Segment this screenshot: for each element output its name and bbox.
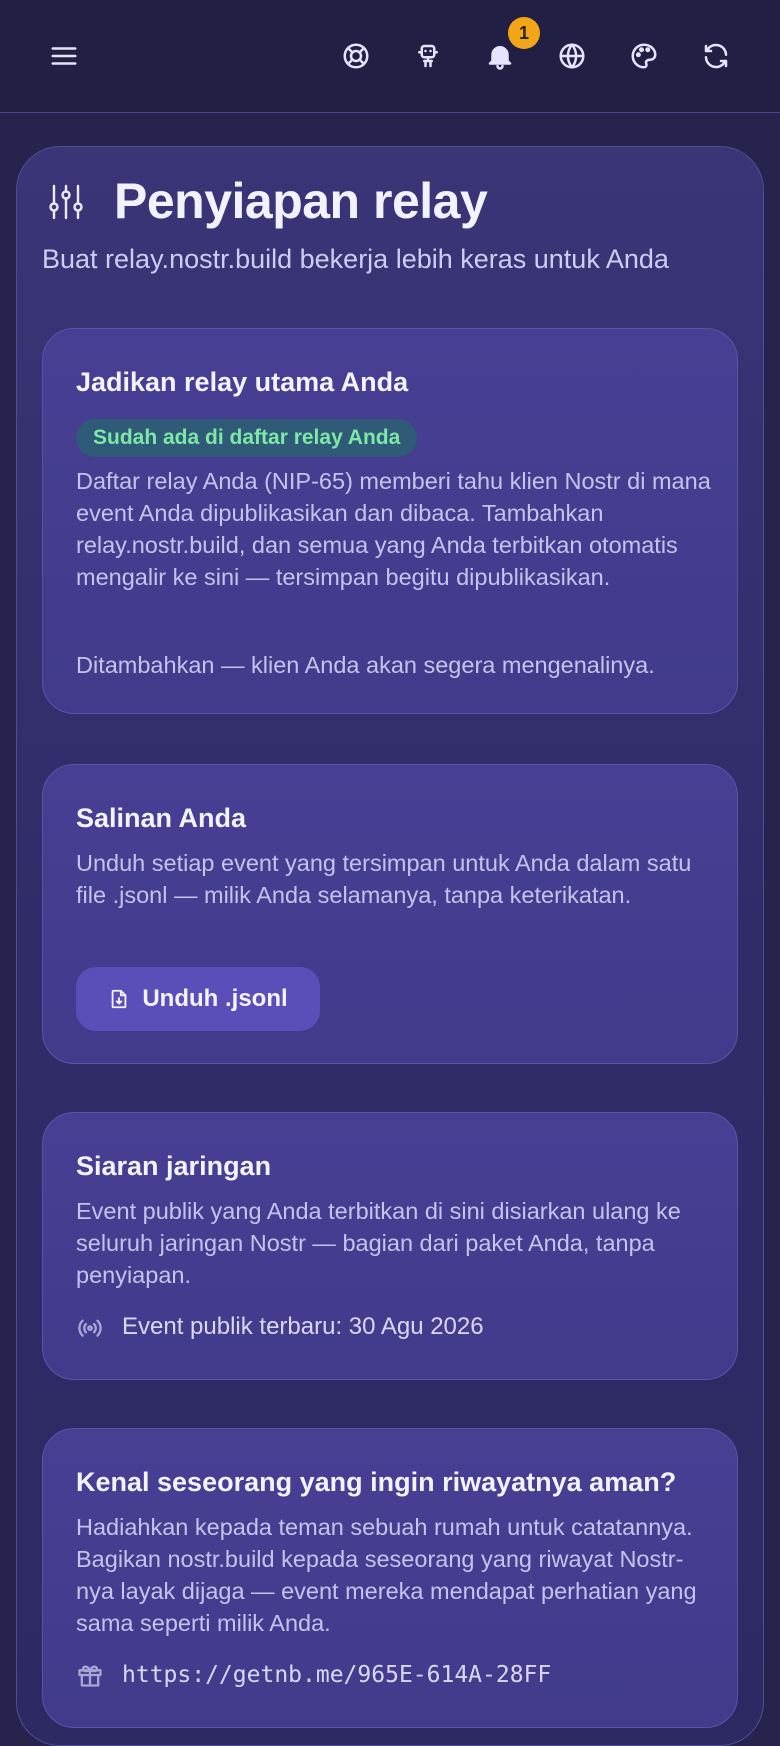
page-title: Penyiapan relay — [114, 173, 488, 229]
lifebuoy-icon[interactable] — [338, 38, 374, 74]
latest-event-text: Event publik terbaru: 30 Agu 2026 — [122, 1313, 484, 1340]
gift-link-row[interactable]: https://getnb.me/965E-614A-28FF — [76, 1661, 551, 1689]
card-description: Hadiahkan kepada teman sebuah rumah untu… — [76, 1514, 697, 1636]
download-button-label: Unduh .jsonl — [142, 985, 288, 1012]
download-jsonl-button[interactable]: Unduh .jsonl — [76, 967, 320, 1031]
robot-icon[interactable] — [410, 38, 446, 74]
gift-icon — [78, 1665, 102, 1687]
card-title: Siaran jaringan — [76, 1151, 272, 1181]
card-description: Event publik yang Anda terbitkan di sini… — [76, 1198, 681, 1288]
card-title: Salinan Anda — [76, 803, 247, 833]
card-title: Kenal seseorang yang ingin riwayatnya am… — [76, 1467, 677, 1497]
page-subtitle: Buat relay.nostr.build bekerja lebih ker… — [42, 244, 669, 274]
globe-icon[interactable] — [554, 38, 590, 74]
card-title: Jadikan relay utama Anda — [76, 367, 409, 397]
top-bar: 1 — [0, 0, 780, 113]
gift-link[interactable]: https://getnb.me/965E-614A-28FF — [122, 1662, 551, 1688]
card-description: Unduh setiap event yang tersimpan untuk … — [76, 850, 692, 908]
card-note: Ditambahkan — klien Anda akan segera men… — [76, 652, 655, 678]
sliders-icon — [46, 182, 86, 222]
palette-icon[interactable] — [626, 38, 662, 74]
gift-card: Kenal seseorang yang ingin riwayatnya am… — [42, 1428, 738, 1728]
broadcast-card: Siaran jaringan Event publik yang Anda t… — [42, 1112, 738, 1380]
notification-badge: 1 — [508, 17, 540, 49]
refresh-icon[interactable] — [698, 38, 734, 74]
broadcast-icon — [78, 1319, 102, 1337]
status-badge: Sudah ada di daftar relay Anda — [76, 419, 418, 457]
card-description: Daftar relay Anda (NIP-65) memberi tahu … — [76, 468, 711, 590]
menu-icon[interactable] — [46, 38, 82, 74]
backup-card: Salinan Anda Unduh setiap event yang ter… — [42, 764, 738, 1064]
primary-relay-card: Jadikan relay utama Anda Sudah ada di da… — [42, 328, 738, 714]
latest-event-row: Event publik terbaru: 30 Agu 2026 — [76, 1313, 484, 1341]
file-download-icon — [112, 989, 127, 1009]
